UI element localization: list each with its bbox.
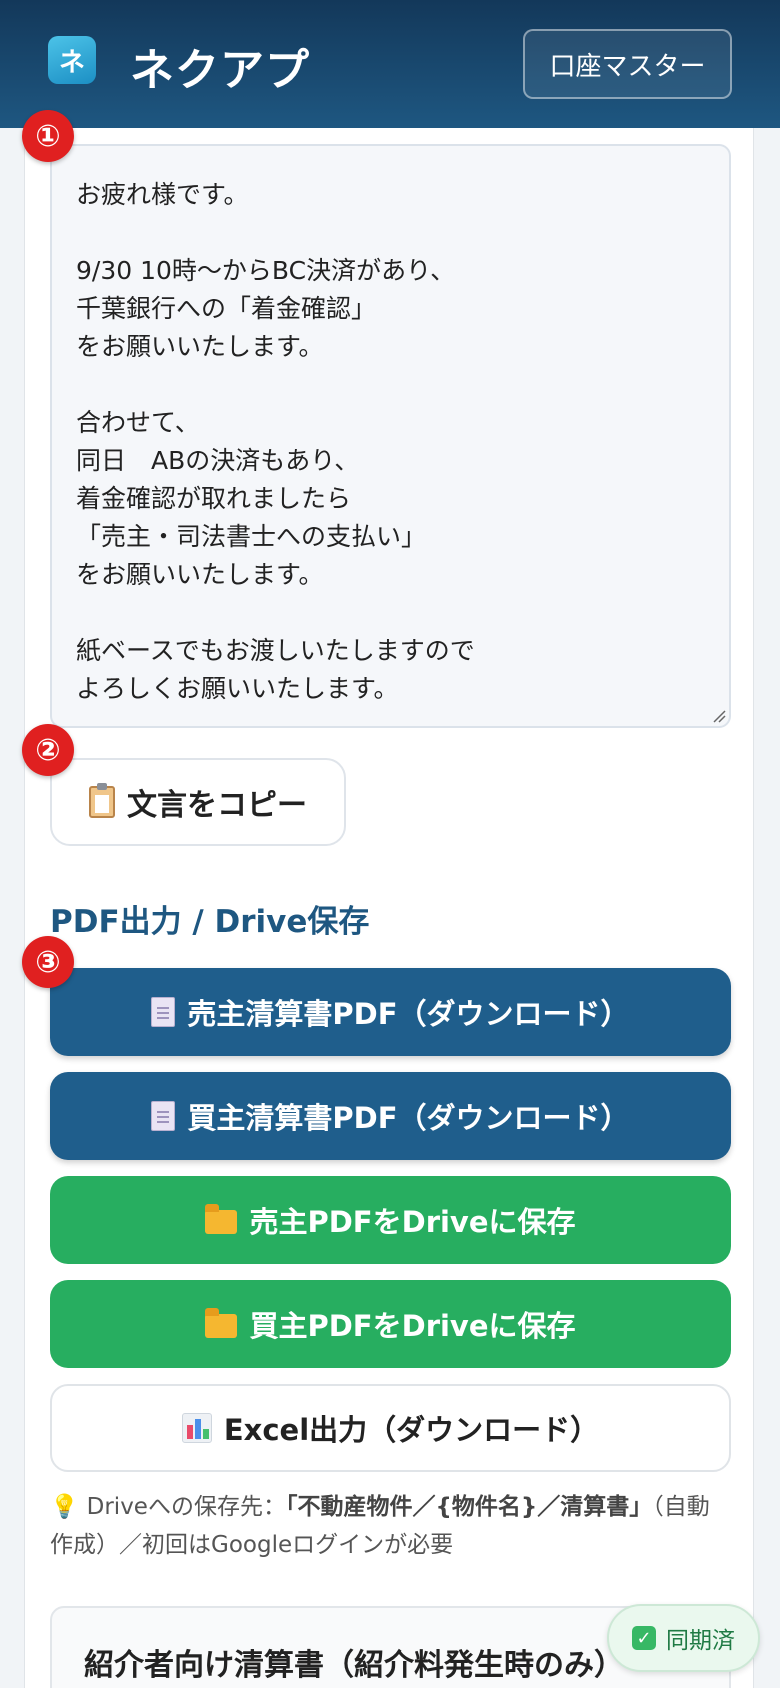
bar-chart-icon xyxy=(181,1413,212,1443)
buyer-drive-save-button[interactable]: 買主PDFをDriveに保存 xyxy=(50,1280,731,1368)
step-2-badge: ② xyxy=(22,724,74,776)
document-icon xyxy=(151,997,176,1027)
clipboard-icon xyxy=(89,783,115,818)
document-icon xyxy=(151,1101,176,1131)
seller-pdf-label: 売主清算書PDF（ダウンロード） xyxy=(187,997,630,1031)
app-logo-icon: ネ xyxy=(48,36,96,84)
seller-pdf-download-button[interactable]: 売主清算書PDF（ダウンロード） xyxy=(50,968,731,1056)
referrer-section-title: 紹介者向け清算書（紹介料発生時のみ） xyxy=(84,1648,624,1683)
step-1-badge: ① xyxy=(22,110,74,162)
excel-download-button[interactable]: Excel出力（ダウンロード） xyxy=(50,1384,731,1472)
note-prefix: Driveへの保存先： xyxy=(86,1494,286,1520)
buyer-pdf-label: 買主清算書PDF（ダウンロード） xyxy=(187,1101,630,1135)
pdf-section-title: PDF出力 / Drive保存 xyxy=(50,904,370,940)
folder-icon xyxy=(205,1204,238,1234)
copy-message-button[interactable]: 文言をコピー xyxy=(50,758,346,846)
checkmark-icon: ✓ xyxy=(632,1626,656,1650)
step-3-badge: ③ xyxy=(22,936,74,988)
buyer-drive-label: 買主PDFをDriveに保存 xyxy=(249,1309,576,1343)
app-header: ネ ネクアプ 口座マスター xyxy=(0,0,780,128)
resize-handle-icon[interactable] xyxy=(712,709,726,723)
sync-status-badge[interactable]: ✓ 同期済 xyxy=(607,1604,760,1672)
drive-note: 💡 Driveへの保存先：「不動産物件／{物件名}／清算書」（自動作成）／初回はG… xyxy=(50,1488,730,1564)
excel-label: Excel出力（ダウンロード） xyxy=(223,1413,600,1447)
sync-status-label: 同期済 xyxy=(666,1628,735,1654)
copy-button-label: 文言をコピー xyxy=(127,788,307,823)
seller-drive-label: 売主PDFをDriveに保存 xyxy=(249,1205,576,1239)
lightbulb-icon: 💡 xyxy=(50,1494,79,1520)
folder-icon xyxy=(205,1308,238,1338)
app-title: ネクアプ xyxy=(130,45,310,96)
message-textarea[interactable]: お疲れ様です。 9/30 10時〜からBC決済があり、 千葉銀行への「着金確認」… xyxy=(50,144,731,728)
note-path: 「不動産物件／{物件名}／清算書」 xyxy=(285,1494,653,1520)
buyer-pdf-download-button[interactable]: 買主清算書PDF（ダウンロード） xyxy=(50,1072,731,1160)
account-master-button[interactable]: 口座マスター xyxy=(523,29,732,99)
seller-drive-save-button[interactable]: 売主PDFをDriveに保存 xyxy=(50,1176,731,1264)
